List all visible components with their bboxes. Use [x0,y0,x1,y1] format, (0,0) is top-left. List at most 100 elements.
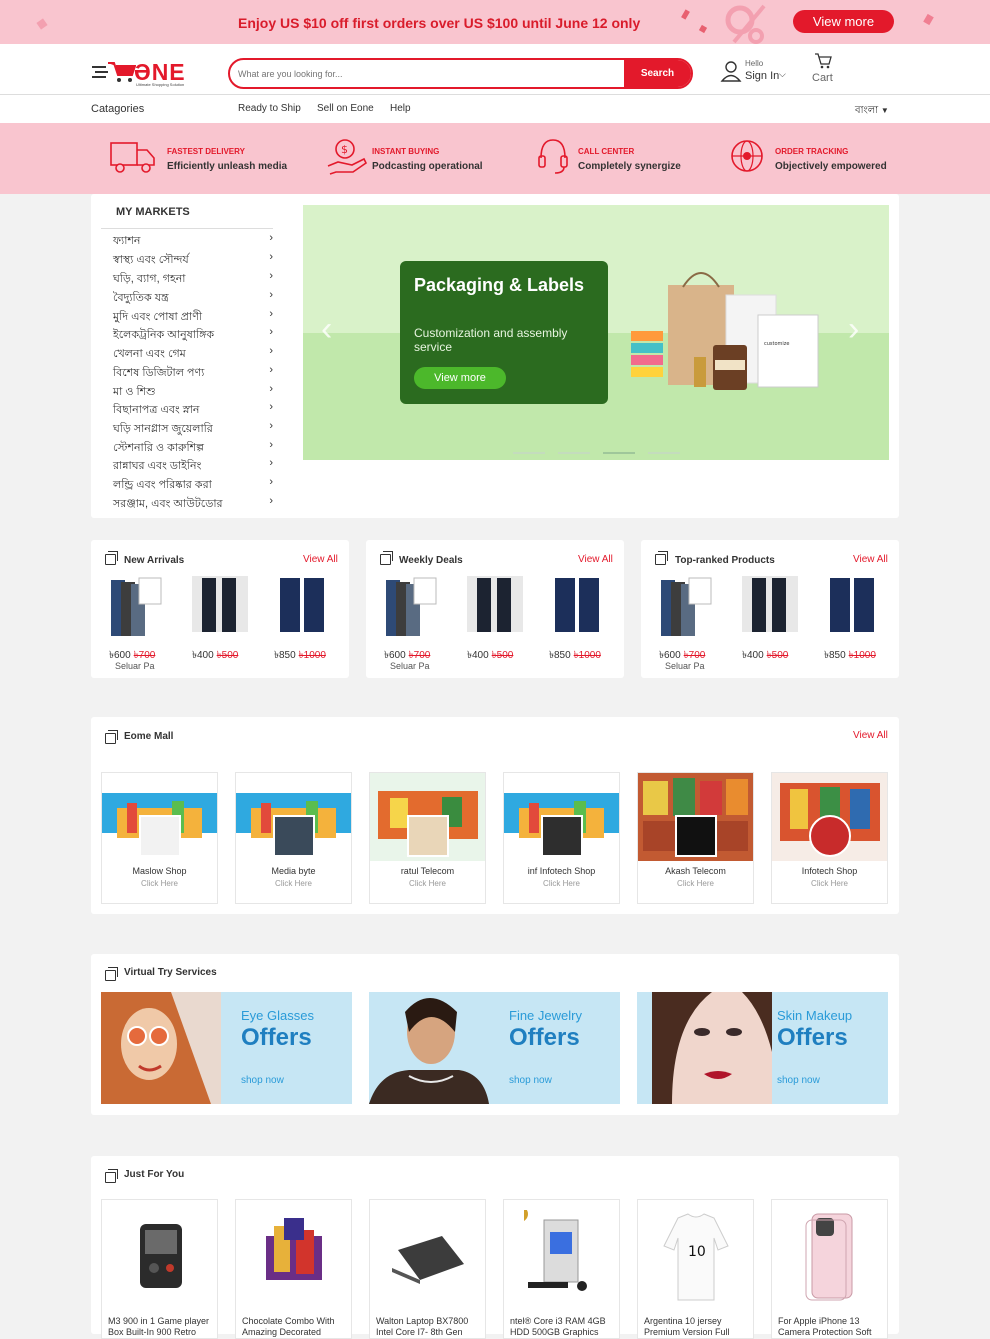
chevron-right-icon: › [269,420,273,432]
view-all-link[interactable]: View All [853,730,888,741]
jfy-product-name: Argentina 10 jersey Premium Version Full [644,1316,730,1337]
shop-logo [809,815,851,857]
slide-dot[interactable] [648,452,680,454]
site-logo[interactable]: ƏNE Ultimate Shopping Solution [92,59,188,87]
chevron-right-icon: › [269,308,273,320]
market-item[interactable]: ঘড়ি সানগ্লাস জুয়েলারি › [101,418,273,436]
shop-card[interactable]: Infotech Shop Click Here [771,772,888,904]
feature-title: INSTANT BUYING [372,147,440,156]
chevron-right-icon: › [269,383,273,395]
product-name: Seluar Pa [665,661,705,671]
shop-card[interactable]: Media byte Click Here [235,772,352,904]
jfy-product-card[interactable]: For Apple iPhone 13 Camera Protection So… [771,1199,888,1339]
market-item[interactable]: বিশেষ ডিজিটাল পণ্য › [101,362,273,380]
jfy-product-card[interactable]: 10 Argentina 10 jersey Premium Version F… [637,1199,754,1339]
feature-order-tracking: ORDER TRACKING Objectively empowered [729,138,909,178]
copy-icon [105,1169,118,1183]
shop-click-here: Click Here [275,879,312,888]
banner-prev-arrow[interactable]: ‹ [321,310,332,349]
current-price: ৳400 [742,650,764,661]
shop-card[interactable]: Akash Telecom Click Here [637,772,754,904]
slide-dot[interactable] [558,452,590,454]
shop-card[interactable]: inf Infotech Shop Click Here [503,772,620,904]
jfy-product-card[interactable]: Walton Laptop BX7800 Intel Core I7- 8th … [369,1199,486,1339]
nav-link-sell-on-eone[interactable]: Sell on Eone [317,103,374,114]
promo-bar: Enjoy US $10 off first orders over US $1… [0,0,990,44]
market-item[interactable]: মুদি এবং পোষা প্রাণী › [101,306,273,324]
categories-menu[interactable]: Catagories [91,103,144,115]
sign-in-link[interactable]: Hello Sign In ⌵ [720,56,790,86]
top-ranked-panel: Top-ranked Products View All ৳600 ৳700 Sel… [641,540,899,678]
feature-subtitle: Completely synergize [578,161,681,172]
shop-now-link[interactable]: shop now [241,1075,284,1086]
shop-card[interactable]: ratul Telecom Click Here [369,772,486,904]
view-all-link[interactable]: View All [303,554,338,565]
language-selector[interactable]: বাংলা ▼ [855,103,889,120]
view-all-link[interactable]: View All [853,554,888,565]
virtual-card-fine-jewelry[interactable]: Fine Jewelry Offers shop now [369,992,620,1104]
jfy-product-card[interactable]: ntel® Core i3 RAM 4GB HDD 500GB Graphics [503,1199,620,1339]
virtual-card-skin-makeup[interactable]: Skin Makeup Offers shop now [637,992,888,1104]
svg-text:10: 10 [688,1244,706,1260]
current-price: ৳850 [274,650,296,661]
laptop-image [392,1236,464,1284]
market-item[interactable]: বিছানাপত্র এবং স্নান › [101,399,273,417]
market-item[interactable]: রান্নাঘর এবং ডাইনিং › [101,455,273,473]
chevron-right-icon: › [269,326,273,338]
market-item[interactable]: ফ্যাশন › [101,230,273,248]
market-item[interactable]: স্টেশনারি ও কারুশিল্প › [101,437,273,455]
shop-now-link[interactable]: shop now [777,1075,820,1086]
hero-banner[interactable]: Packaging & Labels Customization and ass… [303,205,889,460]
virtual-card-eye-glasses[interactable]: Eye Glasses Offers shop now [101,992,352,1104]
current-price: ৳600 [659,650,681,661]
site-header: ƏNE Ultimate Shopping Solution Search He… [0,44,990,95]
feature-fastest-delivery: FASTEST DELIVERY Efficiently unleash med… [110,138,290,178]
market-item[interactable]: লন্ড্রি এবং পরিষ্কার করা › [101,474,273,492]
feature-instant-buying: $ INSTANT BUYING Podcasting operational [326,138,506,178]
old-price: ৳700 [408,650,431,661]
slide-dot[interactable] [513,452,545,454]
user-icon [720,61,742,82]
slide-dot-active[interactable] [603,452,635,454]
cart-icon [815,53,832,69]
jeans-image [192,576,248,638]
jfy-product-card[interactable]: M3 900 in 1 Game player Box Built-In 900… [101,1199,218,1339]
nav-link-ready-to-ship[interactable]: Ready to Ship [238,103,301,114]
market-item[interactable]: বৈদ্যুতিক যন্ত্র › [101,287,273,305]
banner-next-arrow[interactable]: › [848,310,859,349]
cart-link[interactable]: Cart [810,52,840,84]
search-input[interactable] [238,66,618,82]
woman-with-glasses-image [101,992,221,1104]
shop-logo [273,815,315,857]
markets-title: MY MARKETS [116,206,190,218]
nav-link-help[interactable]: Help [390,103,411,114]
market-item[interactable]: ঘড়ি, ব্যাগ, গহনা › [101,268,273,286]
view-all-link[interactable]: View All [578,554,613,565]
jeans-image [659,576,715,638]
chevron-right-icon: › [269,364,273,376]
mall-section: Eome Mall View All Maslow Shop Click Her… [91,717,899,914]
adidas-logo [139,815,181,857]
woman-with-jewelry-image [369,992,489,1104]
caret-down-icon: ▼ [880,106,889,115]
market-item[interactable]: ইলেকট্রনিক আনুষাঙ্গিক › [101,324,273,342]
market-item[interactable]: স্বাস্থ্য এবং সৌন্দর্য › [101,249,273,267]
promo-view-more-button[interactable]: View more [793,10,894,33]
copy-icon [105,730,118,744]
shop-card[interactable]: Maslow Shop Click Here [101,772,218,904]
market-item[interactable]: সরঞ্জাম, এবং আউটডোর › [101,493,273,511]
market-item[interactable]: খেলনা এবং গেম › [101,343,273,361]
jeans-image [467,576,523,638]
copy-icon [105,967,118,981]
shop-now-link[interactable]: shop now [509,1075,552,1086]
panel-title: Weekly Deals [399,555,463,566]
banner-subtitle: Customization and assembly service [414,326,568,354]
banner-view-more-button[interactable]: View more [414,367,506,389]
virtual-category: Eye Glasses [241,1008,314,1023]
feature-call-center: CALL CENTER Completely synergize [537,138,707,178]
search-button[interactable]: Search [624,60,691,87]
shop-click-here: Click Here [677,879,714,888]
jfy-product-card[interactable]: Chocolate Combo With Amazing Decorated [235,1199,352,1339]
market-item[interactable]: মা ও শিশু › [101,381,273,399]
feature-title: CALL CENTER [578,147,635,156]
